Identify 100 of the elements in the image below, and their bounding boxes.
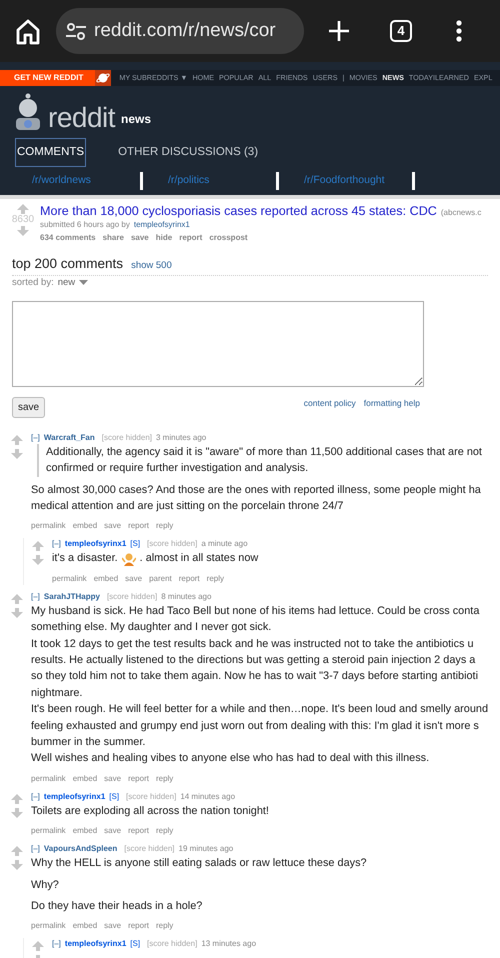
score-hidden: [score hidden] <box>126 790 176 803</box>
comment-action-link[interactable]: save <box>104 824 122 838</box>
comment-action-link[interactable]: report <box>128 519 149 532</box>
site-settings-icon[interactable] <box>66 21 86 41</box>
comment-action-link[interactable]: embed <box>72 824 98 838</box>
upvote-icon[interactable] <box>11 794 23 804</box>
comment-action-link[interactable]: embed <box>94 572 118 585</box>
comment-text: feeling exhausted and grumpy end just worn out from dealing with this: I'm glad it isn't more s <box>31 718 480 734</box>
collapse-toggle[interactable]: [–] <box>52 538 61 550</box>
comment-text: Toilets are exploding all across the nation tonight! <box>31 804 269 819</box>
score-hidden: [score hidden] <box>102 432 152 444</box>
logo-text[interactable]: reddit <box>48 104 116 132</box>
comment-text: nightmare. <box>31 686 84 701</box>
quote-text: confirmed or require further investigation and analysis. <box>46 461 310 476</box>
subreddit-link[interactable]: /r/Foodforthought <box>304 173 412 190</box>
comment-text: so they told him not to take them again. Now he has to wait "3-7 days before starting antibioti <box>31 669 480 684</box>
comment-action-link[interactable]: save <box>125 572 142 585</box>
comment-text: Why the HELL is anyone still eating salads or raw lettuce these days? <box>31 856 367 872</box>
new-tab-icon[interactable] <box>328 20 350 42</box>
comment-text: It took 12 days to get the test results back and he was instructed not to take the antibiotics u <box>31 636 475 652</box>
comment-time: 13 minutes ago <box>201 938 256 950</box>
comment-text: bummer in the summer. <box>31 735 146 750</box>
sort-label: sorted by: <box>12 276 54 290</box>
comment-input[interactable] <box>12 300 424 387</box>
author-link[interactable]: templeofsyrinx1 <box>64 938 126 950</box>
planet-icon <box>95 70 112 86</box>
collapse-toggle[interactable]: [–] <box>31 590 40 603</box>
comment-action-link[interactable]: report <box>128 919 149 932</box>
subreddit-link[interactable]: /r/worldnews <box>32 173 140 190</box>
post-action-link[interactable]: share <box>102 231 124 244</box>
comment-action-link[interactable]: embed <box>72 772 98 785</box>
show-more-link[interactable]: show 500 <box>131 259 172 274</box>
sort-dropdown[interactable]: new <box>58 276 76 290</box>
collapse-toggle[interactable]: [–] <box>31 790 40 803</box>
comment-time: 14 minutes ago <box>180 790 236 803</box>
comment-action-link[interactable]: embed <box>72 519 98 532</box>
comment-action-link[interactable]: parent <box>149 572 172 585</box>
comment-action-link[interactable]: reply <box>156 519 174 532</box>
comment-action-link[interactable]: permalink <box>52 572 87 585</box>
submitter-label: [S] <box>130 938 140 950</box>
score-hidden: [score hidden] <box>106 590 158 603</box>
comment-text: Why? <box>31 878 60 893</box>
upvote-icon[interactable] <box>11 434 23 445</box>
post-action-link[interactable]: 634 comments <box>40 231 96 244</box>
comment-action-link[interactable]: report <box>128 824 149 838</box>
comment-action-link[interactable]: permalink <box>31 772 66 785</box>
comment-time: 19 minutes ago <box>178 843 234 856</box>
shrug-emoji-icon <box>122 552 136 566</box>
collapse-toggle[interactable]: [–] <box>31 432 40 444</box>
upvote-icon[interactable] <box>11 846 23 856</box>
get-new-reddit-button[interactable]: GET NEW REDDIT <box>0 70 112 86</box>
comment-action-link[interactable]: reply <box>156 772 174 785</box>
comment-action-link[interactable]: reply <box>206 572 224 585</box>
upvote-icon[interactable] <box>32 941 44 952</box>
post-domain: (abcnews.c <box>440 207 482 220</box>
comment-action-link[interactable]: permalink <box>31 919 66 932</box>
caret-icon[interactable] <box>79 280 88 286</box>
comment-action-link[interactable]: reply <box>156 919 174 932</box>
comment-action-link[interactable]: report <box>128 772 149 785</box>
menu-icon[interactable] <box>456 20 462 42</box>
comment-action-link[interactable]: save <box>104 919 122 932</box>
tab[interactable]: OTHER DISCUSSIONS (3) <box>116 138 260 168</box>
author-link[interactable]: Warcraft_Fan <box>44 432 95 444</box>
post-action-link[interactable]: hide <box>156 231 172 244</box>
author-link[interactable]: templeofsyrinx1 <box>64 538 126 550</box>
subreddit-link[interactable]: /r/politics <box>168 173 276 190</box>
tab[interactable]: COMMENTS <box>15 138 86 168</box>
address-bar[interactable]: reddit.com/r/news/cor <box>56 8 304 54</box>
author-link[interactable]: templeofsyrinx1 <box>134 219 190 232</box>
help-link[interactable]: content policy <box>304 396 356 410</box>
upvote-icon[interactable] <box>32 541 44 552</box>
comment-text: it's a disaster. <box>52 551 118 566</box>
author-link[interactable]: VapoursAndSpleen <box>44 843 118 856</box>
save-button[interactable]: save <box>12 396 46 418</box>
upvote-icon[interactable] <box>17 204 29 214</box>
logo-icon[interactable] <box>14 92 42 132</box>
post-action-link[interactable]: report <box>179 231 202 244</box>
comment-action-link[interactable]: save <box>104 772 122 785</box>
help-link[interactable]: formatting help <box>364 396 420 410</box>
tab-count[interactable]: 4 <box>390 20 412 42</box>
comment-action-link[interactable]: permalink <box>31 824 66 838</box>
subreddit-name[interactable]: news <box>121 110 152 128</box>
post-action-link[interactable]: save <box>130 231 149 244</box>
author-link[interactable]: SarahJTHappy <box>44 590 100 603</box>
quote-text: Additionally, the agency said it is "aware" of more than 11,500 additional cases that are not <box>46 444 482 460</box>
comment-action-link[interactable]: embed <box>72 919 98 932</box>
comment-text: Do they have their heads in a hole? <box>31 899 204 914</box>
home-icon[interactable] <box>14 17 42 45</box>
comment-action-link[interactable]: reply <box>156 824 174 838</box>
author-link[interactable]: templeofsyrinx1 <box>44 790 106 803</box>
post-title[interactable]: More than 18,000 cyclosporiasis cases reported across 45 states: CDC <box>40 204 437 220</box>
upvote-icon[interactable] <box>11 594 23 604</box>
comment-action-link[interactable]: save <box>104 519 122 532</box>
collapse-toggle[interactable]: [–] <box>52 938 61 950</box>
post-action-link[interactable]: crosspost <box>209 231 248 244</box>
comment-text: medical attention and are just sitting on the porcelain throne 24/7 <box>31 498 344 514</box>
comment-action-link[interactable]: report <box>178 572 200 585</box>
comment-time: 8 minutes ago <box>161 590 212 603</box>
comment-action-link[interactable]: permalink <box>31 519 66 532</box>
collapse-toggle[interactable]: [–] <box>31 843 40 856</box>
